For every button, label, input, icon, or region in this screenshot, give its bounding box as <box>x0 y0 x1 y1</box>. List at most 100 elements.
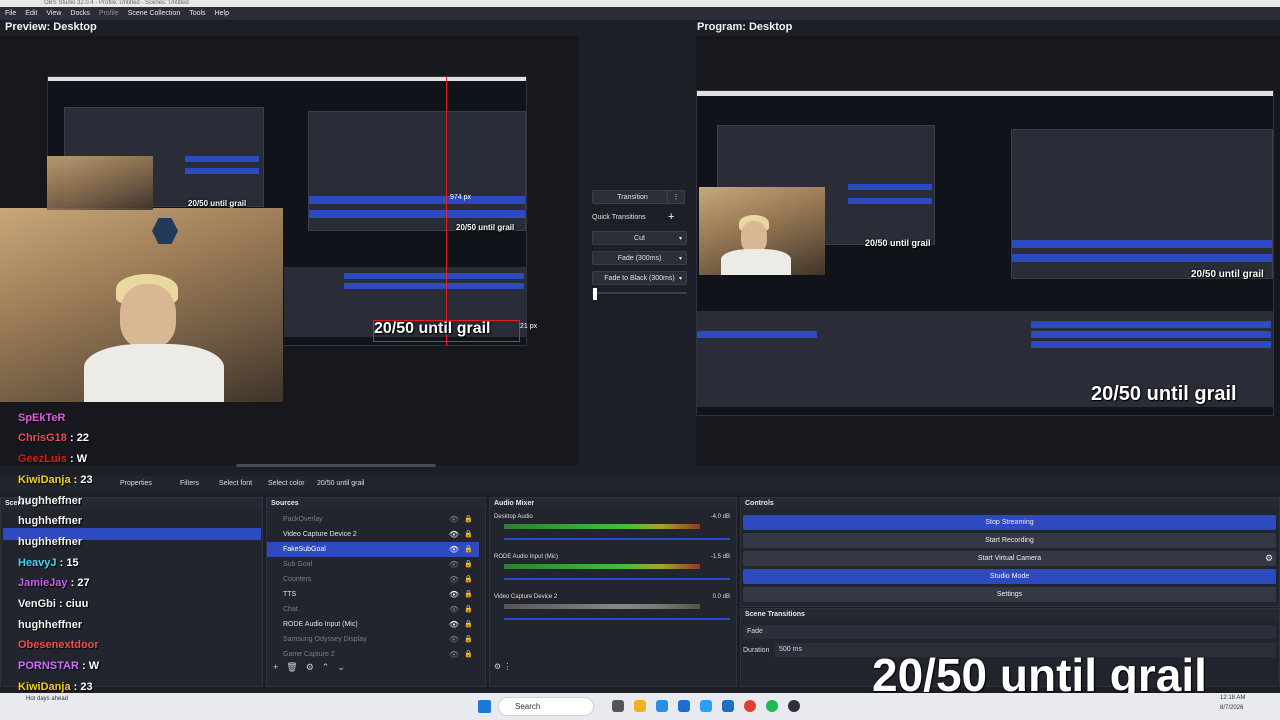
volume-slider[interactable] <box>504 618 730 620</box>
chrome-icon[interactable] <box>744 700 756 712</box>
chat-text: ciuu <box>65 598 89 610</box>
start-virtual-camera-button[interactable]: Start Virtual Camera <box>743 551 1276 566</box>
add-quick-transition-icon[interactable]: + <box>668 211 674 223</box>
transition-type-select[interactable]: Fade <box>743 625 1276 639</box>
tbar-track[interactable] <box>592 292 687 294</box>
quick-transitions-label: Quick Transitions <box>592 214 646 221</box>
lock-icon[interactable]: 🔒 <box>464 617 473 632</box>
visibility-eye-icon[interactable]: 👁 <box>449 632 459 647</box>
visibility-eye-icon[interactable]: 👁 <box>449 542 459 557</box>
cut-button[interactable]: Cut ▾ <box>592 231 687 245</box>
window-title: OBS Studio 32.0.4 - Profile: Untitled - … <box>44 0 189 6</box>
properties-button[interactable]: Properties <box>120 480 152 487</box>
chat-text: 15 <box>66 557 79 569</box>
task-view-icon[interactable] <box>612 700 624 712</box>
menu-profile[interactable]: Profile <box>99 10 119 17</box>
chat-message: Obesenextdoor <box>18 639 99 651</box>
mail-icon[interactable] <box>700 700 712 712</box>
lock-icon[interactable]: 🔒 <box>464 602 473 617</box>
tbar-handle[interactable] <box>593 288 597 300</box>
source-row[interactable]: Chat 👁 🔒 <box>267 602 479 617</box>
visibility-eye-icon[interactable]: 👁 <box>449 602 459 617</box>
source-row[interactable]: Sub Goal 👁 🔒 <box>267 557 479 572</box>
volume-slider[interactable] <box>504 578 730 580</box>
menu-scene-collection[interactable]: Scene Collection <box>128 10 181 17</box>
filters-button[interactable]: Filters <box>180 480 199 487</box>
start-icon[interactable] <box>478 700 491 713</box>
source-settings-icon[interactable]: ⚙ <box>306 662 314 673</box>
transition-menu-icon[interactable]: ⋮ <box>667 190 685 204</box>
source-row[interactable]: Video Capture Device 2 👁 🔒 <box>267 527 479 542</box>
settings-button[interactable]: Settings <box>743 587 1276 602</box>
source-row[interactable]: Game Capture 2 👁 🔒 <box>267 647 479 662</box>
mixer-channel-db: 0.0 dB <box>712 594 730 600</box>
menu-tools[interactable]: Tools <box>189 10 205 17</box>
menu-view[interactable]: View <box>46 10 61 17</box>
visibility-eye-icon[interactable]: 👁 <box>449 512 459 527</box>
visibility-eye-icon[interactable]: 👁 <box>449 617 459 632</box>
obs-icon[interactable] <box>788 700 800 712</box>
visibility-eye-icon[interactable]: 👁 <box>449 647 459 662</box>
controls-title: Controls <box>741 498 1279 509</box>
source-row[interactable]: RODE Audio Input (Mic) 👁 🔒 <box>267 617 479 632</box>
select-font-button[interactable]: Select font <box>219 480 252 487</box>
lock-icon[interactable]: 🔒 <box>464 632 473 647</box>
move-up-icon[interactable]: ⌃ <box>322 662 330 673</box>
mixer-settings-icon[interactable]: ⚙ ⋮ <box>494 662 511 671</box>
app-icon[interactable] <box>722 700 734 712</box>
menu-help[interactable]: Help <box>215 10 229 17</box>
remove-source-icon[interactable]: 🗑 <box>286 662 297 673</box>
visibility-eye-icon[interactable]: 👁 <box>449 587 459 602</box>
source-row[interactable]: Counters 👁 🔒 <box>267 572 479 587</box>
source-row[interactable]: PackOverlay 👁 🔒 <box>267 512 479 527</box>
audio-mixer-dock: Audio Mixer Desktop Audio -4.0 dB RODE Aud… <box>489 497 737 687</box>
source-row[interactable]: TTS 👁 🔒 <box>267 587 479 602</box>
program-grail-text: 20/50 until grail <box>1091 383 1237 405</box>
source-row[interactable]: FakeSubGoal 👁 🔒 <box>267 542 479 557</box>
chat-text: W <box>88 660 100 672</box>
menu-file[interactable]: File <box>5 10 16 17</box>
lock-icon[interactable]: 🔒 <box>464 557 473 572</box>
file-explorer-icon[interactable] <box>634 700 646 712</box>
chat-message: hughheffner <box>18 515 82 527</box>
visibility-eye-icon[interactable]: 👁 <box>449 557 459 572</box>
menu-docks[interactable]: Docks <box>70 10 89 17</box>
edge-icon[interactable] <box>656 700 668 712</box>
menu-edit[interactable]: Edit <box>25 10 37 17</box>
virtual-camera-settings-icon[interactable]: ⚙ <box>1265 553 1273 564</box>
lock-icon[interactable]: 🔒 <box>464 512 473 527</box>
preview-canvas[interactable]: 20/50 until grail 20/50 until grail 974 … <box>0 36 578 467</box>
visibility-eye-icon[interactable]: 👁 <box>449 572 459 587</box>
duration-label: Duration <box>743 647 770 654</box>
mixer-channels: Desktop Audio -4.0 dB RODE Audio Input (Mi… <box>490 512 736 642</box>
fade-button[interactable]: Fade (300ms) ▾ <box>592 251 687 265</box>
studio-mode-button[interactable]: Studio Mode <box>743 569 1276 584</box>
source-row[interactable]: Samsung Odyssey Display 👁 🔒 <box>267 632 479 647</box>
fade-black-button[interactable]: Fade to Black (300ms) ▾ <box>592 271 687 285</box>
volume-meter <box>504 524 700 529</box>
lock-icon[interactable]: 🔒 <box>464 527 473 542</box>
add-source-icon[interactable]: + <box>273 662 278 673</box>
volume-slider[interactable] <box>504 538 730 540</box>
start-recording-button[interactable]: Start Recording <box>743 533 1276 548</box>
chat-message: KiwiDanja : 23 <box>18 681 93 693</box>
menu-bar: File Edit View Docks Profile Scene Colle… <box>0 7 1280 20</box>
preview-h-scrollbar[interactable] <box>236 464 436 467</box>
move-down-icon[interactable]: ⌄ <box>337 662 345 673</box>
stop-streaming-button[interactable]: Stop Streaming <box>743 515 1276 530</box>
transition-button[interactable]: Transition <box>592 190 673 204</box>
preview-grail-text[interactable]: 20/50 until grail <box>374 320 490 338</box>
store-icon[interactable] <box>678 700 690 712</box>
lock-icon[interactable]: 🔒 <box>464 647 473 662</box>
alignment-guide <box>446 76 447 346</box>
lock-icon[interactable]: 🔒 <box>464 542 473 557</box>
select-color-button[interactable]: Select color <box>268 480 305 487</box>
visibility-eye-icon[interactable]: 👁 <box>449 527 459 542</box>
chat-username: KiwiDanja <box>18 474 71 486</box>
text-preview-field[interactable]: 20/50 until grail <box>317 480 364 487</box>
taskbar-search[interactable]: Search <box>498 697 594 716</box>
spotify-icon[interactable] <box>766 700 778 712</box>
chat-message: JamieJay : 27 <box>18 577 90 589</box>
lock-icon[interactable]: 🔒 <box>464 587 473 602</box>
lock-icon[interactable]: 🔒 <box>464 572 473 587</box>
